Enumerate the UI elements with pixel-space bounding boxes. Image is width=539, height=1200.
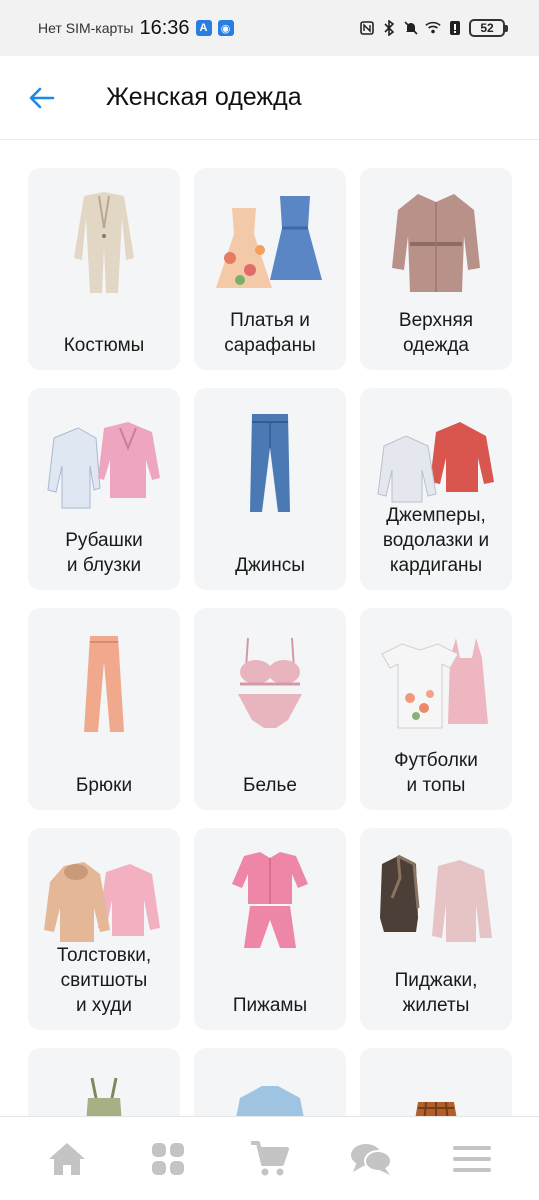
coat-image: [392, 194, 480, 292]
category-card-dresses[interactable]: Платья и сарафаны: [194, 168, 346, 370]
arrow-left-icon: [29, 87, 55, 108]
category-card-pajamas[interactable]: Пижамы: [194, 828, 346, 1030]
category-card-blouses[interactable]: [194, 1048, 346, 1116]
category-label: Платья и сарафаны: [224, 310, 316, 356]
home-icon: [48, 1142, 85, 1175]
category-card-shirts[interactable]: Рубашки и блузки: [28, 388, 180, 590]
bluetooth-icon: [381, 20, 397, 36]
nav-chat-button[interactable]: [341, 1129, 401, 1189]
shirts-image: [47, 422, 160, 509]
category-label: Костюмы: [63, 335, 145, 356]
category-label: Брюки: [75, 775, 133, 796]
category-label: Толстовки, свитшоты и худи: [56, 945, 152, 1016]
sweaters-image: [377, 422, 494, 503]
catalog-icon: [152, 1142, 185, 1175]
mute-icon: [403, 20, 419, 36]
app-header: Женская одежда: [0, 56, 539, 140]
category-label: Пижамы: [232, 995, 308, 1016]
pajamas-image: [232, 852, 308, 948]
clock: 16:36: [139, 16, 190, 39]
nav-cart-button[interactable]: [239, 1129, 299, 1189]
suit-image: [74, 192, 134, 293]
category-card-jeans[interactable]: Джинсы: [194, 388, 346, 590]
app-store-icon: A: [195, 20, 212, 36]
category-label: Белье: [243, 775, 297, 796]
category-label: Футболки и топы: [394, 750, 478, 796]
nfc-icon: [359, 20, 375, 36]
category-label: Джинсы: [235, 555, 305, 576]
category-card-suits[interactable]: Костюмы: [28, 168, 180, 370]
back-button[interactable]: [18, 74, 66, 122]
category-card-skirts[interactable]: [360, 1048, 512, 1116]
tshirts-image: [381, 638, 488, 729]
category-card-outerwear[interactable]: Верхняя одежда: [360, 168, 512, 370]
top-image: [86, 1077, 122, 1116]
jeans-image: [250, 414, 290, 512]
category-label: Верхняя одежда: [398, 310, 474, 356]
lingerie-image: [238, 637, 302, 728]
skirt-image: [415, 1101, 457, 1116]
chat-icon: [350, 1143, 392, 1175]
category-label: Джемперы, водолазки и кардиганы: [382, 505, 490, 576]
category-card-lingerie[interactable]: Белье: [194, 608, 346, 810]
status-icons: 52: [359, 19, 508, 37]
trousers-image: [84, 636, 124, 732]
bulb-app-icon: ◉: [217, 20, 234, 36]
nav-menu-button[interactable]: [442, 1129, 502, 1189]
category-card-tshirts[interactable]: Футболки и топы: [360, 608, 512, 810]
alert-icon: [447, 20, 463, 36]
menu-icon: [453, 1145, 492, 1172]
category-card-tops[interactable]: [28, 1048, 180, 1116]
dresses-image: [216, 196, 322, 288]
category-card-jumpers[interactable]: Джемперы, водолазки и кардиганы: [360, 388, 512, 590]
blouse-image: [236, 1086, 304, 1116]
hoodies-image: [44, 862, 160, 942]
bottom-navigation: [0, 1116, 539, 1200]
nav-home-button[interactable]: [37, 1129, 97, 1189]
category-card-blazers[interactable]: Пиджаки, жилеты: [360, 828, 512, 1030]
category-grid: Костюмы Платья и сарафаны Верхняя одежда…: [28, 168, 512, 1116]
carrier-text: Нет SIM-карты: [38, 20, 134, 36]
battery-indicator: 52: [469, 19, 508, 37]
category-label: Рубашки и блузки: [65, 530, 143, 576]
page-title: Женская одежда: [106, 83, 302, 111]
category-card-hoodies[interactable]: Толстовки, свитшоты и худи: [28, 828, 180, 1030]
category-card-trousers[interactable]: Брюки: [28, 608, 180, 810]
status-bar: Нет SIM-карты 16:36 A ◉ 52: [0, 0, 539, 56]
nav-catalog-button[interactable]: [138, 1129, 198, 1189]
category-label: Пиджаки, жилеты: [394, 970, 478, 1016]
cart-icon: [251, 1140, 290, 1175]
blazers-image: [380, 854, 492, 942]
wifi-icon: [425, 20, 441, 36]
